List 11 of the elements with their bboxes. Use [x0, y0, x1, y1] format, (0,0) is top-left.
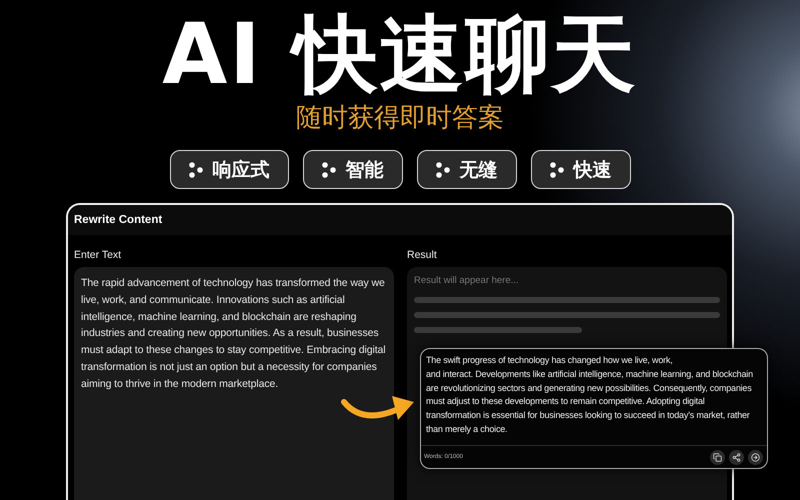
result-placeholder: Result will appear here... [414, 275, 520, 286]
feature-label: 快速 [574, 158, 612, 182]
result-text: The swift progress of technology has changed how we live, work, and interact. Developments like artificial intelligence, machine learning, and blockchain are revolutionizing sectors and generating new possibilities. Consequently, companies must adjust to these developments to remain competitive. Adopting digital transformation is essential for businesses looking to succeed in today’s market, rather than merely a choice. [425, 354, 754, 436]
window-title: Rewrite Content [74, 214, 162, 226]
feature-label: 响应式 [212, 158, 270, 182]
feature-label: 智能 [346, 158, 384, 182]
feature-label: 无缝 [460, 158, 498, 182]
subtitle: 随时获得即时答案 [296, 102, 504, 134]
input-label: Enter Text [74, 249, 122, 261]
result-label: Result [407, 249, 438, 261]
headline: AI 快速聊天 [162, 6, 638, 102]
